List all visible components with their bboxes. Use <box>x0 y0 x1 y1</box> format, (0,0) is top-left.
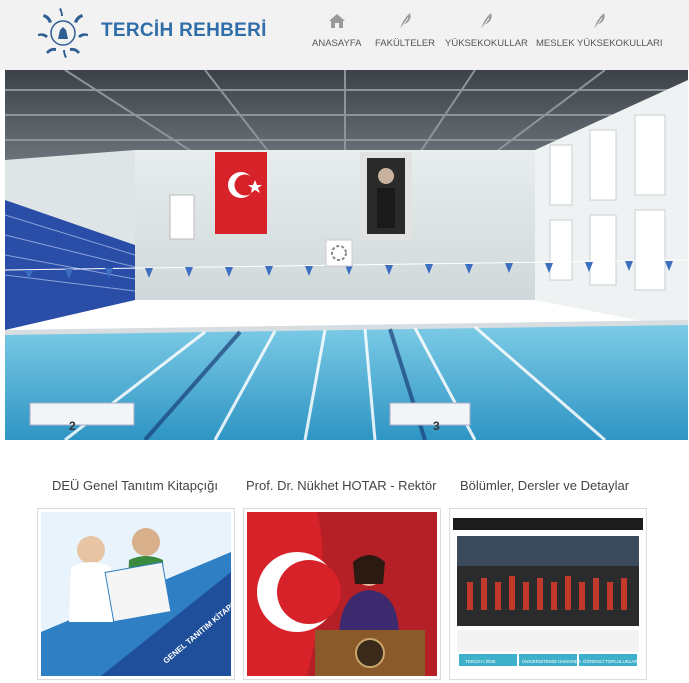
card-title[interactable]: Bölümler, Dersler ve Detaylar <box>460 478 629 493</box>
home-icon <box>328 14 345 28</box>
thumb-button-label: TERCİH / ZİNE <box>465 658 496 664</box>
brochure-card[interactable]: GENEL TANITIM KİTAPÇIĞI <box>37 508 235 680</box>
website-thumbnail-image: TERCİH / ZİNE ÜNİVERSİTEMİZ HAKKINDA ÖĞR… <box>453 512 643 676</box>
nav-label: MESLEK YÜKSEKOKULLARI <box>536 38 663 49</box>
thumb-button-label: ÖĞRENCİ TOPLULUKLARI <box>583 658 639 664</box>
departments-card[interactable]: TERCİH / ZİNE ÜNİVERSİTEMİZ HAKKINDA ÖĞR… <box>449 508 647 680</box>
rector-card[interactable] <box>243 508 441 680</box>
nav-item-fakulteler[interactable]: FAKÜLTELER <box>375 10 435 49</box>
nav-item-yuksekokullar[interactable]: YÜKSEKOKULLAR <box>445 10 528 49</box>
lane-number: 2 <box>69 419 76 433</box>
nav-label: FAKÜLTELER <box>375 38 436 49</box>
feather-icon <box>593 13 605 31</box>
nav-item-meslek-yuksekokullari[interactable]: MESLEK YÜKSEKOKULLARI <box>536 10 663 49</box>
feather-icon <box>399 13 411 31</box>
university-logo-icon[interactable] <box>34 6 92 60</box>
swimming-pool-image: 2 3 <box>5 70 688 440</box>
brochure-cover-image: GENEL TANITIM KİTAPÇIĞI <box>41 512 231 676</box>
hero-slider-image[interactable]: 2 3 <box>5 70 688 440</box>
nav-item-anasayfa[interactable]: ANASAYFA <box>312 10 361 49</box>
nav-label: ANASAYFA <box>312 38 362 49</box>
card-title[interactable]: Prof. Dr. Nükhet HOTAR - Rektör <box>246 478 436 493</box>
thumb-button-label: ÜNİVERSİTEMİZ HAKKINDA <box>522 658 581 664</box>
site-header: TERCİH REHBERİ ANASAYFA FAKÜLTELER YÜKSE… <box>0 0 689 70</box>
feather-icon <box>481 13 493 31</box>
site-title[interactable]: TERCİH REHBERİ <box>101 20 267 42</box>
lane-number: 3 <box>433 419 440 433</box>
nav-label: YÜKSEKOKULLAR <box>445 38 528 49</box>
card-title[interactable]: DEÜ Genel Tanıtım Kitapçığı <box>52 478 218 493</box>
rector-photo <box>247 512 437 676</box>
